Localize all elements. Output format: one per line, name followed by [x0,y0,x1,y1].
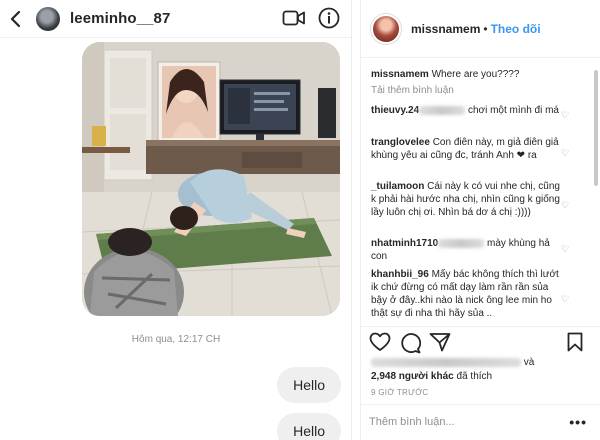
post-header: missnamem • Theo dõi [361,0,600,58]
likes-and: và [523,357,535,368]
shared-post-photo[interactable] [82,42,340,316]
likes-count[interactable]: 2,948 người khác [371,371,454,382]
dm-header: leeminho__87 [0,0,351,38]
comment-username[interactable]: khanhbii_96 [371,269,429,280]
direct-message-panel: leeminho__87 Hôm qua, 12:17 CH Hello Hel… [0,0,352,440]
post-caption: missnamem Where are you???? [371,68,561,81]
comment-item: _tuilamoon Cái này k có vui nhe chị, cũn… [371,180,561,219]
post-actions [361,326,600,356]
avatar[interactable] [36,6,60,31]
comment-text: Where are you???? [431,69,520,80]
post-time-ago[interactable]: 9 GIỜ TRƯỚC [371,388,429,397]
back-arrow-icon[interactable] [0,0,30,38]
load-more-comments[interactable]: Tải thêm bình luận [371,85,454,96]
screen: leeminho__87 Hôm qua, 12:17 CH Hello Hel… [0,0,600,440]
comment-username[interactable]: _tuilamoon [371,181,424,192]
comment-item: nhatminh1710 mày khùng hả con [371,237,561,263]
dm-header-actions [282,7,340,29]
separator-dot: • [483,21,488,36]
post-panel: missnamem • Theo dõi missnamem Where are… [360,0,600,440]
follow-button[interactable]: Theo dõi [491,22,541,36]
likes-summary: và 2,948 người khác đã thích [371,356,581,384]
likes-suffix: đã thích [456,371,493,382]
message-timestamp: Hôm qua, 12:17 CH [131,334,221,345]
comment-item: tranglovelee Con điên này, m giả điên gi… [371,136,561,162]
like-comment-heart-icon[interactable]: ♡ [561,294,569,305]
dm-username[interactable]: leeminho__87 [70,10,170,27]
like-comment-heart-icon[interactable]: ♡ [561,148,569,159]
comment-username[interactable]: missnamem [371,69,429,80]
video-call-icon[interactable] [282,8,306,28]
message-bubble[interactable]: Hello [277,413,341,440]
blurred-text [438,238,485,248]
add-comment-input[interactable] [369,413,549,431]
avatar[interactable] [371,13,401,44]
comments-list: missnamem Where are you???? Tải thêm bìn… [361,60,600,324]
add-comment-bar: ••• [361,404,600,440]
post-username[interactable]: missnamem [411,22,480,36]
like-comment-heart-icon[interactable]: ♡ [561,110,569,121]
info-icon[interactable] [318,7,340,29]
comment-username[interactable]: nhatminh1710 [371,238,438,249]
comment-username[interactable]: tranglovelee [371,137,430,148]
comment-item: thieuvy.24 chơi một mình đi má [371,104,561,117]
comment-username[interactable]: thieuvy.24 [371,105,419,116]
comment-item: khanhbii_96 Mấy bác không thích thì lướt… [371,268,561,320]
more-options-icon[interactable]: ••• [569,414,587,430]
like-comment-heart-icon[interactable]: ♡ [561,244,569,255]
blurred-text [419,105,466,115]
message-bubble[interactable]: Hello [277,367,341,403]
comment-text: chơi một mình đi má [467,105,559,116]
comments-scrollbar[interactable] [594,60,598,322]
like-comment-heart-icon[interactable]: ♡ [561,200,569,211]
blurred-text [371,357,521,367]
scrollbar-thumb[interactable] [594,70,598,186]
